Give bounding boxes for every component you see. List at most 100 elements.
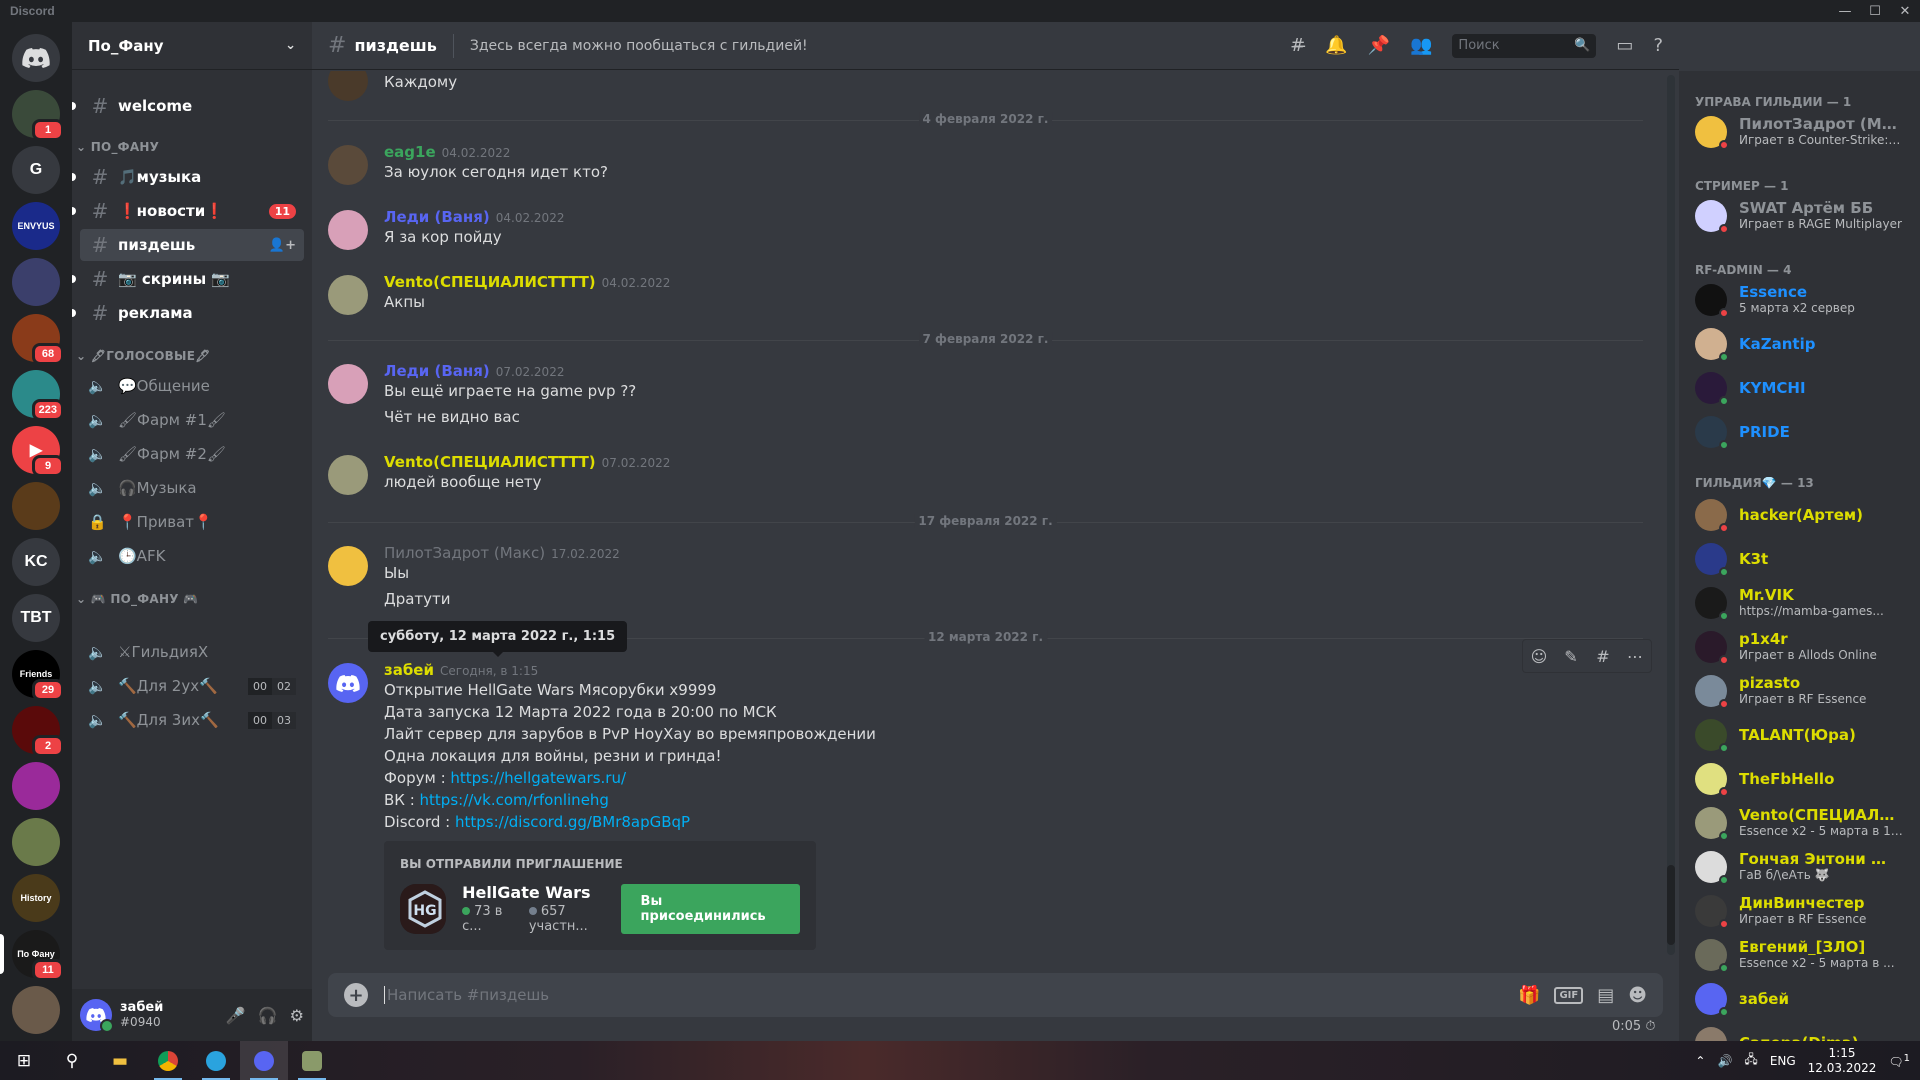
game-launcher-icon[interactable] [288, 1041, 336, 1080]
server-icon[interactable]: 68 [12, 314, 64, 365]
file-explorer-icon[interactable]: ▬ [96, 1041, 144, 1080]
voice-channel-guild[interactable]: 🔈 ⚔ГильдияⅩ [80, 636, 304, 668]
bell-icon[interactable]: 🔔 [1325, 35, 1347, 56]
voice-channel[interactable]: 🔈 🖌Фарм #2🖌 [80, 438, 304, 470]
channel-welcome[interactable]: # welcome [72, 90, 304, 122]
threads-icon[interactable]: #̶ [1290, 35, 1305, 56]
member-item[interactable]: KYMCHI [1687, 367, 1912, 409]
gif-button[interactable]: GIF [1554, 986, 1584, 1004]
server-icon[interactable] [12, 258, 60, 306]
telegram-icon[interactable] [192, 1041, 240, 1080]
voice-channel[interactable]: 🔈 🎧Музыка [80, 472, 304, 504]
server-icon[interactable]: KC [12, 538, 60, 586]
member-item[interactable]: Essence 5 марта x2 сервер [1687, 279, 1912, 321]
server-icon[interactable] [12, 482, 60, 530]
clock[interactable]: 1:15 12.03.2022 [1808, 1046, 1877, 1076]
attach-plus-icon[interactable]: + [344, 983, 368, 1007]
joined-button[interactable]: Вы присоединились [620, 883, 800, 934]
avatar[interactable] [328, 145, 368, 185]
message-list[interactable]: Каждому 4 февраля 2022 г. eag1e 04.02.202… [312, 71, 1667, 957]
avatar[interactable] [328, 455, 368, 495]
chrome-icon[interactable] [144, 1041, 192, 1080]
voice-channel[interactable]: 🔒 📍Приват📍 [80, 506, 304, 538]
member-item[interactable]: K3t [1687, 538, 1912, 580]
deafen-icon[interactable]: 🎧 [258, 1006, 278, 1025]
search-icon[interactable]: ⚲ [48, 1041, 96, 1080]
avatar[interactable] [328, 663, 368, 703]
message-author[interactable]: Леди (Ваня) [384, 208, 490, 226]
member-item[interactable]: Сапера(Dima) [1687, 1022, 1912, 1041]
member-item[interactable]: KaZantip [1687, 323, 1912, 365]
server-icon[interactable]: 1 [12, 90, 64, 141]
message-author[interactable]: Vento(СПЕЦИАЛИСТТТТ) [384, 273, 596, 291]
message-author[interactable]: Леди (Ваня) [384, 362, 490, 380]
sticker-icon[interactable]: ▤ [1597, 985, 1614, 1006]
forum-link[interactable]: https://hellgatewars.ru/ [450, 769, 626, 787]
member-item[interactable]: ДинВинчестер Играет в RF Essence [1687, 890, 1912, 932]
category-games[interactable]: ⌄ 🎮 ПО_ФАНУ 🎮 [76, 592, 198, 606]
member-item[interactable]: p1x4r Играет в Allods Online [1687, 626, 1912, 668]
member-item[interactable]: Vento(СПЕЦИАЛИСТ...Essence x2 - 5 марта … [1687, 802, 1912, 844]
message-author[interactable]: ПилотЗадрот (Макс) [384, 544, 545, 562]
chevron-down-icon[interactable]: ⌄ [285, 38, 296, 53]
mute-mic-icon[interactable]: 🎤 [226, 1006, 246, 1025]
emoji-icon[interactable]: ☻ [1628, 985, 1647, 1006]
add-member-icon[interactable]: 👤+ [269, 238, 296, 253]
start-button[interactable]: ⊞ [0, 1041, 48, 1080]
channel-ads[interactable]: # реклама [72, 297, 304, 329]
settings-icon[interactable]: ⚙ [290, 1006, 304, 1025]
message-input[interactable]: Написать #пиздешь [384, 986, 549, 1004]
server-icon[interactable]: 223 [12, 370, 64, 421]
member-item[interactable]: pizasto Играет в RF Essence [1687, 670, 1912, 712]
member-item[interactable]: TALANT(Юра) [1687, 714, 1912, 756]
channel-current[interactable]: # пиздешь 👤+ [80, 229, 304, 261]
discord-invite-link[interactable]: https://discord.gg/BMr8apGBqP [455, 813, 690, 831]
member-item[interactable]: Mr.VIK https://mamba-games... [1687, 582, 1912, 624]
language-indicator[interactable]: ENG [1770, 1054, 1796, 1068]
minimize-button[interactable]: — [1830, 4, 1860, 19]
gift-icon[interactable]: 🎁 [1518, 985, 1540, 1006]
voice-channel-duo[interactable]: 🔈 🔨Для 2ух🔨 00 02 [80, 670, 304, 702]
server-icon[interactable]: 2 [12, 706, 64, 757]
server-icon[interactable]: ▶ 9 [12, 426, 64, 477]
server-icon[interactable]: Friends 29 [12, 650, 64, 701]
server-icon[interactable]: ENVYUS [12, 202, 60, 250]
avatar[interactable] [328, 210, 368, 250]
voice-channel[interactable]: 🔈 🕒AFK [80, 540, 304, 572]
channel-screens[interactable]: # 📷 скрины 📷 [72, 263, 304, 295]
avatar[interactable] [328, 546, 368, 586]
server-icon[interactable]: По Фану 11 [12, 930, 64, 981]
member-item[interactable]: ПилотЗадрот (Макс) Играет в Counter-Strik… [1687, 111, 1912, 153]
server-icon[interactable] [12, 986, 60, 1034]
member-item[interactable]: SWAT Артём ББ Играет в RAGE Multiplayer [1687, 195, 1912, 237]
member-item[interactable]: PRIDE [1687, 411, 1912, 453]
avatar[interactable] [328, 275, 368, 315]
avatar[interactable] [80, 999, 114, 1033]
server-icon[interactable] [12, 818, 60, 866]
message-author[interactable]: забей [384, 661, 434, 679]
avatar[interactable] [328, 71, 368, 101]
voice-channel-trio[interactable]: 🔈 🔨Для 3их🔨 00 03 [80, 704, 304, 736]
network-icon[interactable]: 🖧 [1744, 1050, 1757, 1071]
inbox-icon[interactable]: ▭ [1616, 35, 1633, 56]
member-list-icon[interactable]: 👥 [1410, 35, 1432, 56]
avatar[interactable] [328, 364, 368, 404]
home-button[interactable] [12, 34, 60, 82]
member-item[interactable]: TheFbHello [1687, 758, 1912, 800]
voice-channel[interactable]: 🔈 🖌Фарм #1🖌 [80, 404, 304, 436]
notification-icon[interactable]: 🗨1 [1888, 1053, 1910, 1069]
category-po-fanu[interactable]: ⌄ ПО_ФАНУ [76, 140, 159, 154]
guild-icon[interactable]: HG [400, 883, 447, 934]
message-author[interactable]: Vento(СПЕЦИАЛИСТТТТ) [384, 453, 596, 471]
scrollbar[interactable] [1667, 75, 1675, 955]
vk-link[interactable]: https://vk.com/rfonlinehg [420, 791, 609, 809]
member-item[interactable]: забей [1687, 978, 1912, 1020]
category-voice[interactable]: ⌄ 🖋ГОЛОСОВЫЕ🖋 [76, 349, 211, 363]
guild-header[interactable]: По_Фану ⌄ [72, 22, 312, 70]
member-item[interactable]: Гончая Энтони 🐺 Big...ГаВ б/\еАть 🐺 [1687, 846, 1912, 888]
help-icon[interactable]: ? [1653, 35, 1663, 56]
volume-icon[interactable]: 🔊 [1717, 1054, 1732, 1068]
invite-guild-name[interactable]: HellGate Wars [462, 883, 620, 902]
server-icon[interactable]: G [12, 146, 60, 194]
close-button[interactable]: ✕ [1890, 4, 1920, 19]
